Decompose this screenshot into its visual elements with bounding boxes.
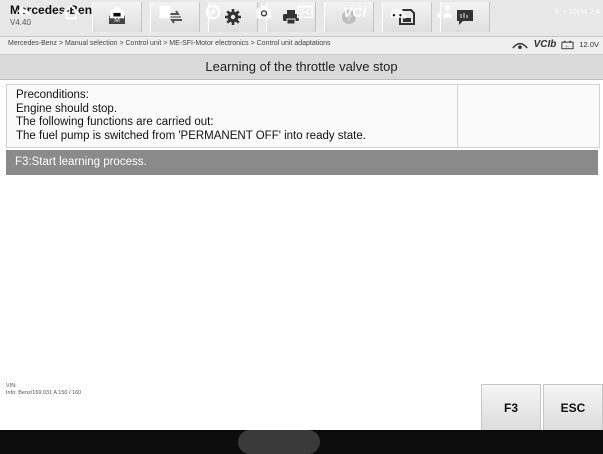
f3-button[interactable]: F3 [481,384,541,432]
home-nav-button[interactable] [62,3,80,21]
remote-expert-button[interactable] [436,3,454,21]
wifi-icon: ◔ [561,7,567,16]
column-divider [457,85,458,147]
recent-apps-icon [159,5,171,19]
screenshot-button[interactable] [255,3,273,21]
remote-expert-icon [437,5,452,18]
camera-icon [256,5,272,19]
battery-icon: +- [561,40,574,49]
display-mode-icon [296,5,314,19]
breadcrumb-bar: Mercedes-Benz > Manual selection > Contr… [0,37,603,55]
car-remote-icon [390,8,407,19]
browser-button[interactable] [204,3,222,21]
breadcrumb: Mercedes-Benz > Manual selection > Contr… [8,40,331,47]
description-line: The following functions are carried out: [16,116,214,128]
settings-gear-icon [225,9,241,25]
description-panel: Preconditions: Engine should stop. The f… [6,84,600,148]
data-logging-icon [457,10,473,25]
vehicle-info: VIN: Info: Benz/169.031 A 150 / 160 [6,383,81,396]
page-title: Learning of the throttle valve stop [0,55,603,80]
system-status: ⚲ ◔ 100% 2:4 [554,7,600,16]
selected-function-row[interactable]: F3:Start learning process. [6,150,598,175]
description-line: The fuel pump is switched from 'PERMANEN… [16,129,366,142]
connection-status: VCIb +- 12.0V [511,39,599,50]
function-row-label: F3:Start learning process. [15,156,147,168]
back-arrow-icon [17,5,31,18]
autel-home-button[interactable] [108,3,126,21]
location-icon: ⚲ [554,7,560,16]
description-line: Preconditions: [16,89,89,101]
car-home-icon [109,5,125,19]
battery-voltage: 12.0V [579,40,599,49]
vci-nav-label: VCI [343,4,367,20]
browser-icon [205,4,221,20]
svg-text:+-: +- [566,43,571,48]
battery-level: 100% 2:4 [568,7,600,16]
android-home-icon [62,4,80,20]
display-mode-button[interactable] [296,3,314,21]
vehicle-remote-button[interactable] [389,3,407,21]
vci-manager-button[interactable]: VCI [343,3,366,21]
vehicle-connection-icon [511,42,528,49]
description-line: Engine should stop. [16,102,118,115]
back-button[interactable] [15,3,33,21]
recent-apps-button[interactable] [156,3,174,21]
active-app-highlight [238,430,320,454]
vci-label: VCIb [533,39,557,50]
vehicle-info-line: Info: Benz/169.031 A 150 / 160 [6,389,82,396]
esc-button[interactable]: ESC [543,384,603,432]
